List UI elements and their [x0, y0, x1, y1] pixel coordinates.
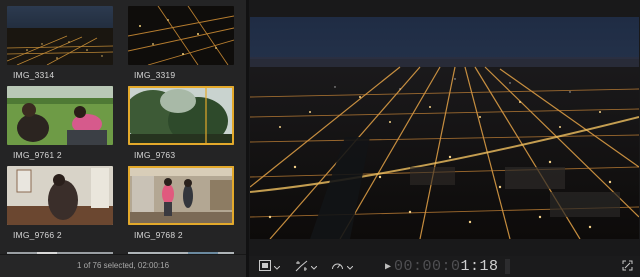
retime-speed-icon — [331, 260, 344, 274]
browser-panel: IMG_3314 IMG_3319 IMG_9761 2 IMG_9763 IM… — [0, 0, 246, 277]
clip-thumbnail[interactable] — [128, 86, 234, 145]
fullscreen-button[interactable] — [622, 259, 633, 274]
transform-icon — [295, 260, 308, 274]
display-options-menu[interactable] — [259, 259, 281, 274]
clip-thumbnail[interactable] — [128, 166, 234, 225]
clip-name: IMG_9761 2 — [13, 150, 62, 160]
display-options-icon — [259, 260, 271, 273]
clip-thumbnail[interactable] — [7, 6, 113, 65]
clip-name: IMG_9768 2 — [134, 230, 183, 240]
viewer-panel — [249, 0, 640, 256]
fullscreen-icon — [622, 260, 633, 273]
clip-name: IMG_9763 — [134, 150, 176, 160]
clip-thumbnail[interactable] — [128, 6, 234, 65]
viewer-toolbar: ▶ 00:00:0 1:18 — [249, 256, 640, 277]
clip-name: IMG_9766 2 — [13, 230, 62, 240]
play-icon[interactable]: ▶ — [385, 261, 391, 273]
chevron-down-icon — [310, 262, 318, 272]
timecode-display[interactable]: ▶ 00:00:0 1:18 — [385, 256, 499, 277]
retime-speed-menu[interactable] — [331, 259, 354, 274]
clip-name: IMG_3314 — [13, 70, 55, 80]
timecode-elapsed: 1:18 — [460, 258, 499, 275]
viewer-video-frame[interactable] — [250, 17, 639, 239]
clip-thumbnail[interactable] — [7, 86, 113, 145]
toolbar-separator — [505, 259, 510, 274]
chevron-down-icon — [273, 262, 281, 272]
timecode-elapsed-dim: 00:00:0 — [394, 258, 461, 275]
selection-status: 1 of 76 selected, 02:00:16 — [0, 254, 246, 277]
clip-thumbnail[interactable] — [7, 166, 113, 225]
chevron-down-icon — [346, 262, 354, 272]
clip-name: IMG_3319 — [134, 70, 176, 80]
transform-menu[interactable] — [295, 259, 318, 274]
